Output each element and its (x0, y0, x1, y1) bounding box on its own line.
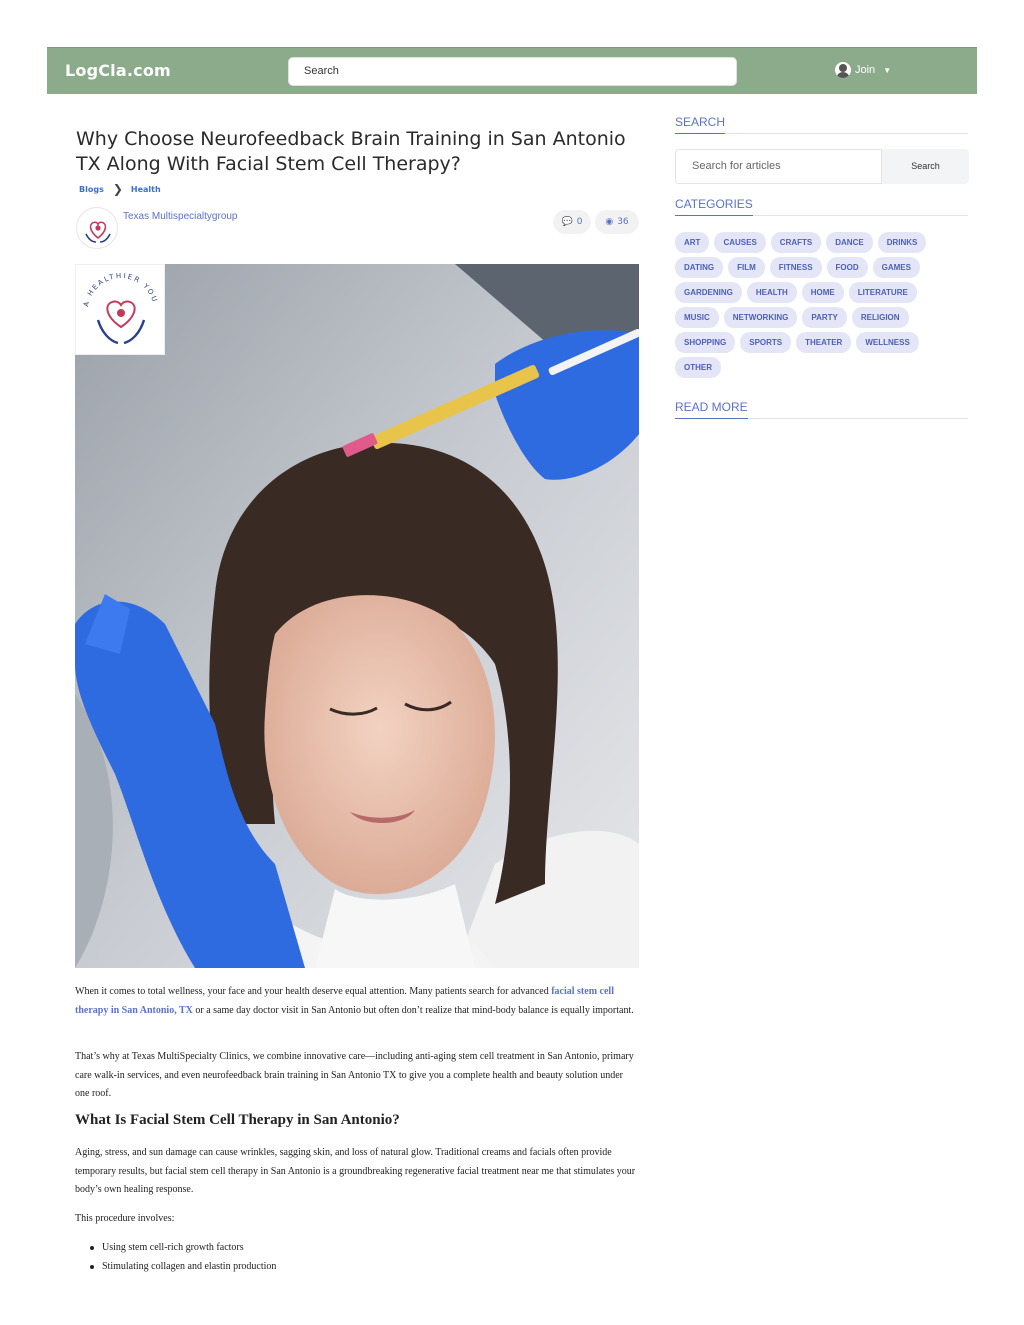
comments-icon: 💬 (561, 217, 573, 227)
chevron-down-icon: ▼ (883, 65, 892, 75)
category-tag-literature[interactable]: LITERATURE (848, 282, 917, 303)
join-label: Join (855, 64, 876, 76)
breadcrumb-blogs[interactable]: Blogs (79, 185, 104, 194)
article-paragraph: This procedure involves: (75, 1213, 175, 1224)
healthier-you-logo-icon: A HEALTHIER YOU (82, 272, 159, 345)
article-paragraph: That’s why at Texas MultiSpecialty Clini… (75, 1051, 634, 1099)
category-tag-music[interactable]: MUSIC (675, 307, 719, 328)
category-tag-dating[interactable]: DATING (675, 257, 724, 278)
facial-treatment-photo (75, 264, 639, 968)
category-tag-gardening[interactable]: GARDENING (675, 282, 742, 303)
category-tag-sports[interactable]: SPORTS (740, 332, 792, 353)
category-tag-film[interactable]: FILM (728, 257, 765, 278)
category-tag-games[interactable]: GAMES (872, 257, 920, 278)
sidebar-search-input[interactable]: Search for articles (675, 149, 882, 184)
svg-text:A HEALTHIER YOU: A HEALTHIER YOU (82, 272, 159, 308)
category-tag-crafts[interactable]: CRAFTS (770, 232, 822, 253)
category-tags: ART CAUSES CRAFTS DANCE DRINKS DATING FI… (675, 232, 945, 378)
healthier-you-badge: A HEALTHIER YOU (75, 264, 165, 355)
category-tag-party[interactable]: PARTY (802, 307, 847, 328)
comment-count-value: 0 (576, 217, 583, 227)
view-count: ◉ 36 (595, 210, 639, 234)
article-hero-image (75, 264, 639, 968)
site-logo[interactable]: LogCla.com (65, 61, 171, 80)
procedure-list: Using stem cell-rich growth factors Stim… (75, 1239, 276, 1276)
category-tag-causes[interactable]: CAUSES (714, 232, 766, 253)
category-tag-dance[interactable]: DANCE (826, 232, 873, 253)
view-count-value: 36 (617, 217, 629, 227)
eye-icon: ◉ (605, 217, 614, 227)
top-navbar: LogCla.com Search Join ▼ (47, 47, 977, 94)
heart-logo-icon (85, 221, 111, 243)
category-tag-food[interactable]: FOOD (826, 257, 868, 278)
breadcrumb-health[interactable]: Health (131, 185, 161, 194)
badge-lettering: A HEALTHIER YOU (82, 272, 157, 308)
category-tag-health[interactable]: HEALTH (746, 282, 797, 303)
category-tag-fitness[interactable]: FITNESS (769, 257, 822, 278)
category-tag-other[interactable]: OTHER (675, 357, 721, 378)
article-title: Why Choose Neurofeedback Brain Training … (76, 128, 626, 175)
author-avatar[interactable] (76, 207, 118, 249)
comment-count[interactable]: 💬 0 (553, 210, 591, 234)
sidebar-categories-heading: CATEGORIES (675, 197, 968, 216)
category-tag-theater[interactable]: THEATER (796, 332, 852, 353)
join-menu[interactable]: Join ▼ (835, 62, 891, 78)
header-search-input[interactable]: Search (288, 57, 737, 86)
section-heading: What Is Facial Stem Cell Therapy in San … (75, 1112, 400, 1128)
category-tag-wellness[interactable]: WELLNESS (856, 332, 919, 353)
category-tag-networking[interactable]: NETWORKING (723, 307, 798, 328)
paragraph-text: When it comes to total wellness, your fa… (75, 986, 552, 997)
category-tag-religion[interactable]: RELIGION (851, 307, 909, 328)
article-paragraph: When it comes to total wellness, your fa… (75, 983, 638, 1020)
author-name[interactable]: Texas Multispecialtygroup (123, 211, 238, 222)
sidebar-search-button[interactable]: Search (882, 149, 969, 184)
chevron-right-icon: ❯ (112, 182, 123, 196)
category-tag-shopping[interactable]: SHOPPING (675, 332, 736, 353)
article-paragraph: Aging, stress, and sun damage can cause … (75, 1147, 636, 1195)
user-avatar-icon (835, 62, 851, 78)
sidebar-search-heading: SEARCH (675, 115, 968, 134)
category-tag-drinks[interactable]: DRINKS (877, 232, 927, 253)
list-item: Using stem cell-rich growth factors (75, 1239, 276, 1258)
category-tag-home[interactable]: HOME (801, 282, 844, 303)
breadcrumb: Blogs ❯ Health (79, 182, 161, 196)
category-tag-art[interactable]: ART (675, 232, 710, 253)
sidebar-read-more-heading: READ MORE (675, 400, 968, 419)
list-item: Stimulating collagen and elastin product… (75, 1258, 276, 1277)
paragraph-text: or a same day doctor visit in San Antoni… (192, 1004, 634, 1016)
